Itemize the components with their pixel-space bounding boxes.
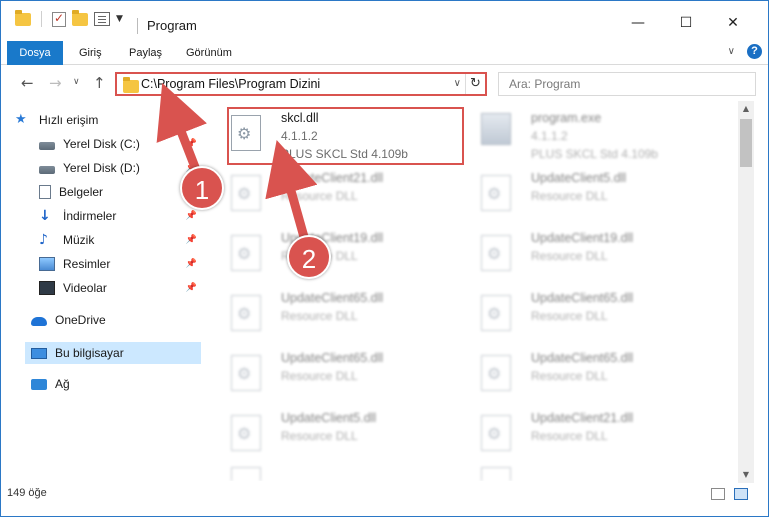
annotation-step-1: 1	[180, 166, 224, 210]
annotation-overlay	[156, 82, 318, 246]
annotation-arrow-2	[265, 140, 318, 246]
annotation-step-2: 2	[287, 235, 331, 279]
